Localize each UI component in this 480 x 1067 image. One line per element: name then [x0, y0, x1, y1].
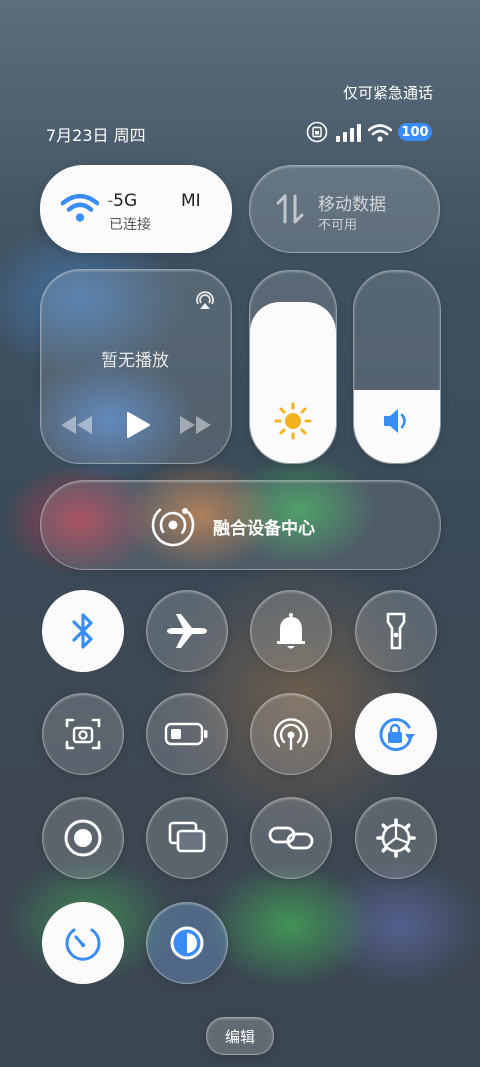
- hotspot-toggle[interactable]: [250, 693, 332, 775]
- battery-saver-toggle[interactable]: [146, 693, 228, 775]
- timer-icon: [65, 928, 101, 961]
- edit-button[interactable]: 编辑: [206, 1017, 274, 1055]
- flashlight-icon: [386, 612, 406, 650]
- status-icons: 100: [306, 121, 436, 143]
- flashlight-toggle[interactable]: [355, 590, 437, 672]
- mobile-data-status: 不可用: [318, 218, 358, 233]
- previous-track-icon[interactable]: [59, 414, 93, 436]
- sun-icon: [274, 402, 312, 440]
- airplane-mode-toggle[interactable]: [146, 590, 228, 672]
- brightness-slider[interactable]: [249, 270, 337, 464]
- settings-gear-icon: [376, 818, 416, 858]
- speaker-icon: [384, 409, 406, 433]
- device-link-toggle[interactable]: [250, 797, 332, 879]
- media-card[interactable]: 暂无播放: [40, 269, 232, 464]
- airplane-icon: [167, 614, 207, 648]
- dark-mode-toggle[interactable]: [146, 902, 228, 984]
- volume-slider[interactable]: [353, 270, 441, 464]
- mobile-data-card[interactable]: 移动数据 不可用: [249, 165, 440, 253]
- edit-button-label: 编辑: [224, 1027, 255, 1046]
- link-icon: [268, 826, 314, 850]
- screen-record-toggle[interactable]: [42, 797, 124, 879]
- battery-saver-icon: [164, 722, 208, 746]
- device-center-icon: [151, 503, 195, 547]
- next-track-icon[interactable]: [179, 414, 213, 436]
- signal-icon: [336, 124, 361, 142]
- play-icon[interactable]: [125, 411, 151, 439]
- battery-badge: 100: [398, 123, 432, 141]
- settings-toggle[interactable]: [355, 797, 437, 879]
- multi-window-icon: [168, 821, 206, 853]
- wifi-status-icon: [368, 124, 392, 142]
- sim-icon: [306, 121, 328, 143]
- rotation-lock-icon: [379, 718, 415, 752]
- dark-mode-icon: [170, 926, 204, 960]
- record-icon: [64, 819, 102, 857]
- wifi-card[interactable]: -5G MI 已连接: [40, 165, 232, 253]
- wifi-icon: [61, 193, 99, 222]
- wifi-status: 已连接: [109, 217, 151, 233]
- bluetooth-toggle[interactable]: [42, 590, 124, 672]
- wifi-network-suffix: MI: [181, 191, 201, 211]
- bell-icon: [277, 613, 305, 649]
- multi-window-toggle[interactable]: [146, 797, 228, 879]
- device-center-card[interactable]: 融合设备中心: [40, 480, 441, 570]
- bluetooth-icon: [72, 613, 93, 649]
- data-arrows-icon: [276, 194, 304, 224]
- battery-level: 100: [401, 124, 429, 140]
- ring-mode-toggle[interactable]: [250, 590, 332, 672]
- screenshot-toggle[interactable]: [42, 693, 124, 775]
- focus-timer-toggle[interactable]: [42, 902, 124, 984]
- cast-icon[interactable]: [193, 288, 217, 312]
- screenshot-icon: [65, 718, 101, 750]
- carrier-text: 仅可紧急通话: [342, 84, 433, 102]
- media-status: 暂无播放: [101, 351, 169, 371]
- device-center-label: 融合设备中心: [213, 519, 315, 539]
- hotspot-icon: [273, 718, 309, 750]
- date-text: 7月23日 周四: [46, 126, 146, 145]
- rotation-lock-toggle[interactable]: [355, 693, 437, 775]
- mobile-data-title: 移动数据: [318, 195, 386, 215]
